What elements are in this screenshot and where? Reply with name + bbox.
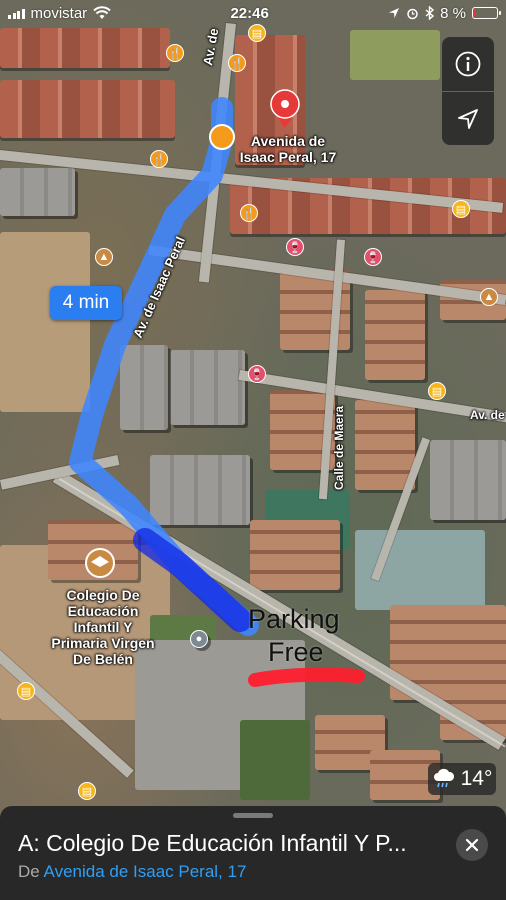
clock: 22:46 [230,4,269,22]
origin-prefix: De [18,862,40,881]
route-time-badge[interactable]: 4 min [50,286,122,320]
bar-icon[interactable]: 🍷 [364,248,382,266]
annotation-line: Free [268,637,324,667]
temperature: 14° [460,767,493,790]
place-icon[interactable]: ● [190,630,208,648]
food-icon[interactable]: 🍴 [228,54,246,72]
map-controls [442,37,494,145]
school-icon[interactable]: ▲ [95,248,113,266]
start-point-icon[interactable] [209,124,235,150]
parking-highlight-mark [248,667,365,687]
wifi-icon [93,6,111,19]
food-icon[interactable]: 🍴 [240,204,258,222]
route-card[interactable]: A: Colegio De Educación Infantil Y P... … [0,806,506,900]
street-label: Av. de [470,408,505,422]
shop-icon[interactable]: ▤ [452,200,470,218]
bluetooth-icon [425,6,435,20]
route-highlight [133,528,252,632]
destination-label: Colegio De Educación Infantil Y Primaria… [48,587,158,667]
origin-link[interactable]: Avenida de Isaac Peral, 17 [44,862,247,881]
food-icon[interactable]: 🍴 [150,150,168,168]
battery-icon [471,7,501,19]
card-grabber[interactable] [233,813,273,818]
origin-line: De Avenida de Isaac Peral, 17 [18,862,246,882]
shop-icon[interactable]: ▤ [428,382,446,400]
annotation-line: Parking [248,604,340,634]
shop-icon[interactable]: ▤ [78,782,96,800]
destination-label-line: Educación [67,603,139,619]
destination-label-line: Primaria Virgen [51,635,155,651]
close-icon [465,838,479,852]
bar-icon[interactable]: 🍷 [248,365,266,383]
destination-label-line: De Belén [73,651,133,667]
parking-annotation: Parking Free [248,603,340,669]
destination-title: A: Colegio De Educación Infantil Y P... [18,830,407,856]
destination-label-line: Infantil Y [73,619,133,635]
food-icon[interactable]: 🍴 [166,44,184,62]
battery-percent: 8 % [440,4,466,22]
school-icon[interactable]: ▲ [480,288,498,306]
rain-cloud-icon [433,768,454,788]
close-button[interactable] [456,829,488,861]
info-button[interactable] [442,37,494,91]
status-bar: movistar 22:46 8 % [0,0,506,26]
location-arrow-icon [458,109,478,129]
track-location-button[interactable] [442,91,494,145]
location-services-icon [389,8,400,18]
bar-icon[interactable]: 🍷 [286,238,304,256]
weather-widget[interactable]: 14° [428,763,496,795]
shop-icon[interactable]: ▤ [17,682,35,700]
shop-icon[interactable]: ▤ [248,24,266,42]
carrier-name: movistar [30,4,88,22]
street-label: Calle de Maera [332,405,346,490]
start-place-label: Avenida de Isaac Peral, 17 [238,133,338,165]
signal-strength-icon [8,7,25,19]
destination-label-line: Colegio De [66,587,140,603]
start-place-label-line: Avenida de [250,133,326,149]
start-place-label-line: Isaac Peral, 17 [239,149,337,165]
alarm-icon [407,8,418,19]
info-icon [455,51,481,77]
destination-pin-icon[interactable] [270,89,300,128]
